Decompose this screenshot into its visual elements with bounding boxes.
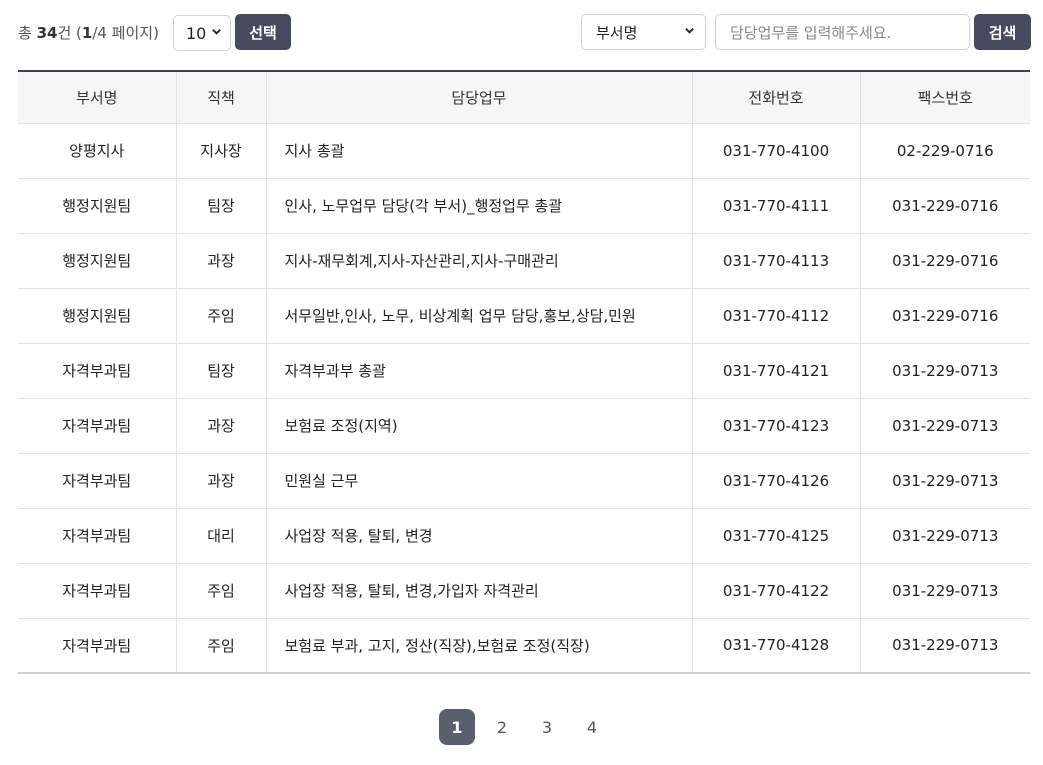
current-page-number: 1 <box>81 24 93 42</box>
table-row: 자격부과팀 과장 보험료 조정(지역) 031-770-4123 031-229-071… <box>18 398 1030 454</box>
cell-position: 지사장 <box>176 123 267 179</box>
cell-phone: 031-770-4122 <box>692 563 861 619</box>
cell-department: 행정지원팀 <box>18 178 177 234</box>
table-row: 자격부과팀 대리 사업장 적용, 탈퇴, 변경 031-770-4125 031-229… <box>18 508 1030 564</box>
cell-phone: 031-770-4112 <box>692 288 861 344</box>
page-link-4[interactable]: 4 <box>574 709 610 745</box>
cell-fax: 031-229-0713 <box>860 508 1030 564</box>
cell-phone: 031-770-4128 <box>692 618 861 673</box>
cell-fax: 031-229-0713 <box>860 398 1030 454</box>
result-summary: 총 34건 (1/4 페이지) <box>18 24 159 42</box>
cell-position: 과장 <box>176 398 267 454</box>
cell-department: 자격부과팀 <box>18 508 177 564</box>
cell-position: 주임 <box>176 288 267 344</box>
table-header-row: 부서명 직책 담당업무 전화번호 팩스번호 <box>18 71 1030 124</box>
total-count: 34 <box>36 24 58 42</box>
cell-duty: 자격부과부 총괄 <box>266 343 693 399</box>
search-field-select[interactable]: 부서명 <box>581 14 706 50</box>
contact-table: 부서명 직책 담당업무 전화번호 팩스번호 양평지사 지사장 지사 총괄 031-77… <box>18 70 1030 674</box>
table-row: 행정지원팀 팀장 인사, 노무업무 담당(각 부서)_행정업무 총괄 031-770-… <box>18 178 1030 234</box>
table-body: 양평지사 지사장 지사 총괄 031-770-4100 02-229-0716 행정지원팀… <box>18 123 1030 673</box>
cell-phone: 031-770-4123 <box>692 398 861 454</box>
cell-department: 행정지원팀 <box>18 233 177 289</box>
cell-position: 주임 <box>176 618 267 673</box>
cell-duty: 서무일반,인사, 노무, 비상계획 업무 담당,홍보,상담,민원 <box>266 288 693 344</box>
cell-department: 자격부과팀 <box>18 453 177 509</box>
cell-fax: 031-229-0716 <box>860 288 1030 344</box>
cell-department: 자격부과팀 <box>18 398 177 454</box>
cell-duty: 민원실 근무 <box>266 453 693 509</box>
cell-fax: 031-229-0716 <box>860 233 1030 289</box>
chevron-down-icon <box>211 26 222 40</box>
cell-duty: 보험료 부과, 고지, 정산(직장),보험료 조정(직장) <box>266 618 693 673</box>
cell-duty: 지사 총괄 <box>266 123 693 179</box>
select-button[interactable]: 선택 <box>235 14 291 50</box>
cell-position: 팀장 <box>176 343 267 399</box>
cell-phone: 031-770-4121 <box>692 343 861 399</box>
cell-department: 양평지사 <box>18 123 177 179</box>
cell-phone: 031-770-4111 <box>692 178 861 234</box>
cell-duty: 지사-재무회계,지사-자산관리,지사-구매관리 <box>266 233 693 289</box>
cell-phone: 031-770-4113 <box>692 233 861 289</box>
cell-fax: 031-229-0713 <box>860 343 1030 399</box>
cell-phone: 031-770-4126 <box>692 453 861 509</box>
cell-position: 대리 <box>176 508 267 564</box>
table-row: 양평지사 지사장 지사 총괄 031-770-4100 02-229-0716 <box>18 123 1030 179</box>
table-row: 자격부과팀 주임 보험료 부과, 고지, 정산(직장),보험료 조정(직장) 031-… <box>18 618 1030 673</box>
cell-phone: 031-770-4100 <box>692 123 861 179</box>
cell-duty: 사업장 적용, 탈퇴, 변경,가입자 자격관리 <box>266 563 693 619</box>
table-row: 자격부과팀 팀장 자격부과부 총괄 031-770-4121 031-229-0713 <box>18 343 1030 399</box>
page-link-1[interactable]: 1 <box>439 709 475 745</box>
cell-duty: 보험료 조정(지역) <box>266 398 693 454</box>
pagination: 1234 <box>439 709 619 745</box>
cell-duty: 인사, 노무업무 담당(각 부서)_행정업무 총괄 <box>266 178 693 234</box>
page-link-3[interactable]: 3 <box>529 709 565 745</box>
table-row: 행정지원팀 주임 서무일반,인사, 노무, 비상계획 업무 담당,홍보,상담,민원 0… <box>18 288 1030 344</box>
page-size-value: 10 <box>186 23 207 43</box>
cell-department: 행정지원팀 <box>18 288 177 344</box>
list-toolbar: 총 34건 (1/4 페이지) 10 선택 부서명 담당업무를 입력해주세요. … <box>18 14 1031 51</box>
header-department: 부서명 <box>18 71 177 124</box>
cell-phone: 031-770-4125 <box>692 508 861 564</box>
cell-fax: 031-229-0713 <box>892 636 999 655</box>
search-field-value: 부서명 <box>596 23 638 42</box>
cell-department: 자격부과팀 <box>18 563 177 619</box>
cell-fax: 031-229-0713 <box>860 453 1030 509</box>
cell-position: 팀장 <box>176 178 267 234</box>
table-row: 자격부과팀 주임 사업장 적용, 탈퇴, 변경,가입자 자격관리 031-770-41… <box>18 563 1030 619</box>
cell-fax: 02-229-0716 <box>860 123 1030 179</box>
header-position: 직책 <box>176 71 267 124</box>
cell-duty: 사업장 적용, 탈퇴, 변경 <box>266 508 693 564</box>
page-link-2[interactable]: 2 <box>484 709 520 745</box>
search-input[interactable]: 담당업무를 입력해주세요. <box>715 14 970 50</box>
header-fax: 팩스번호 <box>860 71 1030 124</box>
page-size-select[interactable]: 10 <box>173 15 231 51</box>
cell-position: 과장 <box>176 233 267 289</box>
cell-department: 자격부과팀 <box>18 343 177 399</box>
header-phone: 전화번호 <box>692 71 861 124</box>
header-duty: 담당업무 <box>266 71 693 124</box>
cell-fax: 031-229-0716 <box>860 178 1030 234</box>
table-row: 행정지원팀 과장 지사-재무회계,지사-자산관리,지사-구매관리 031-770-41… <box>18 233 1030 289</box>
cell-fax: 031-229-0713 <box>860 563 1030 619</box>
table-row: 자격부과팀 과장 민원실 근무 031-770-4126 031-229-0713 <box>18 453 1030 509</box>
cell-position: 주임 <box>176 563 267 619</box>
cell-department: 자격부과팀 <box>18 618 177 673</box>
cell-position: 과장 <box>176 453 267 509</box>
search-button[interactable]: 검색 <box>974 14 1031 50</box>
chevron-down-icon <box>684 25 695 39</box>
